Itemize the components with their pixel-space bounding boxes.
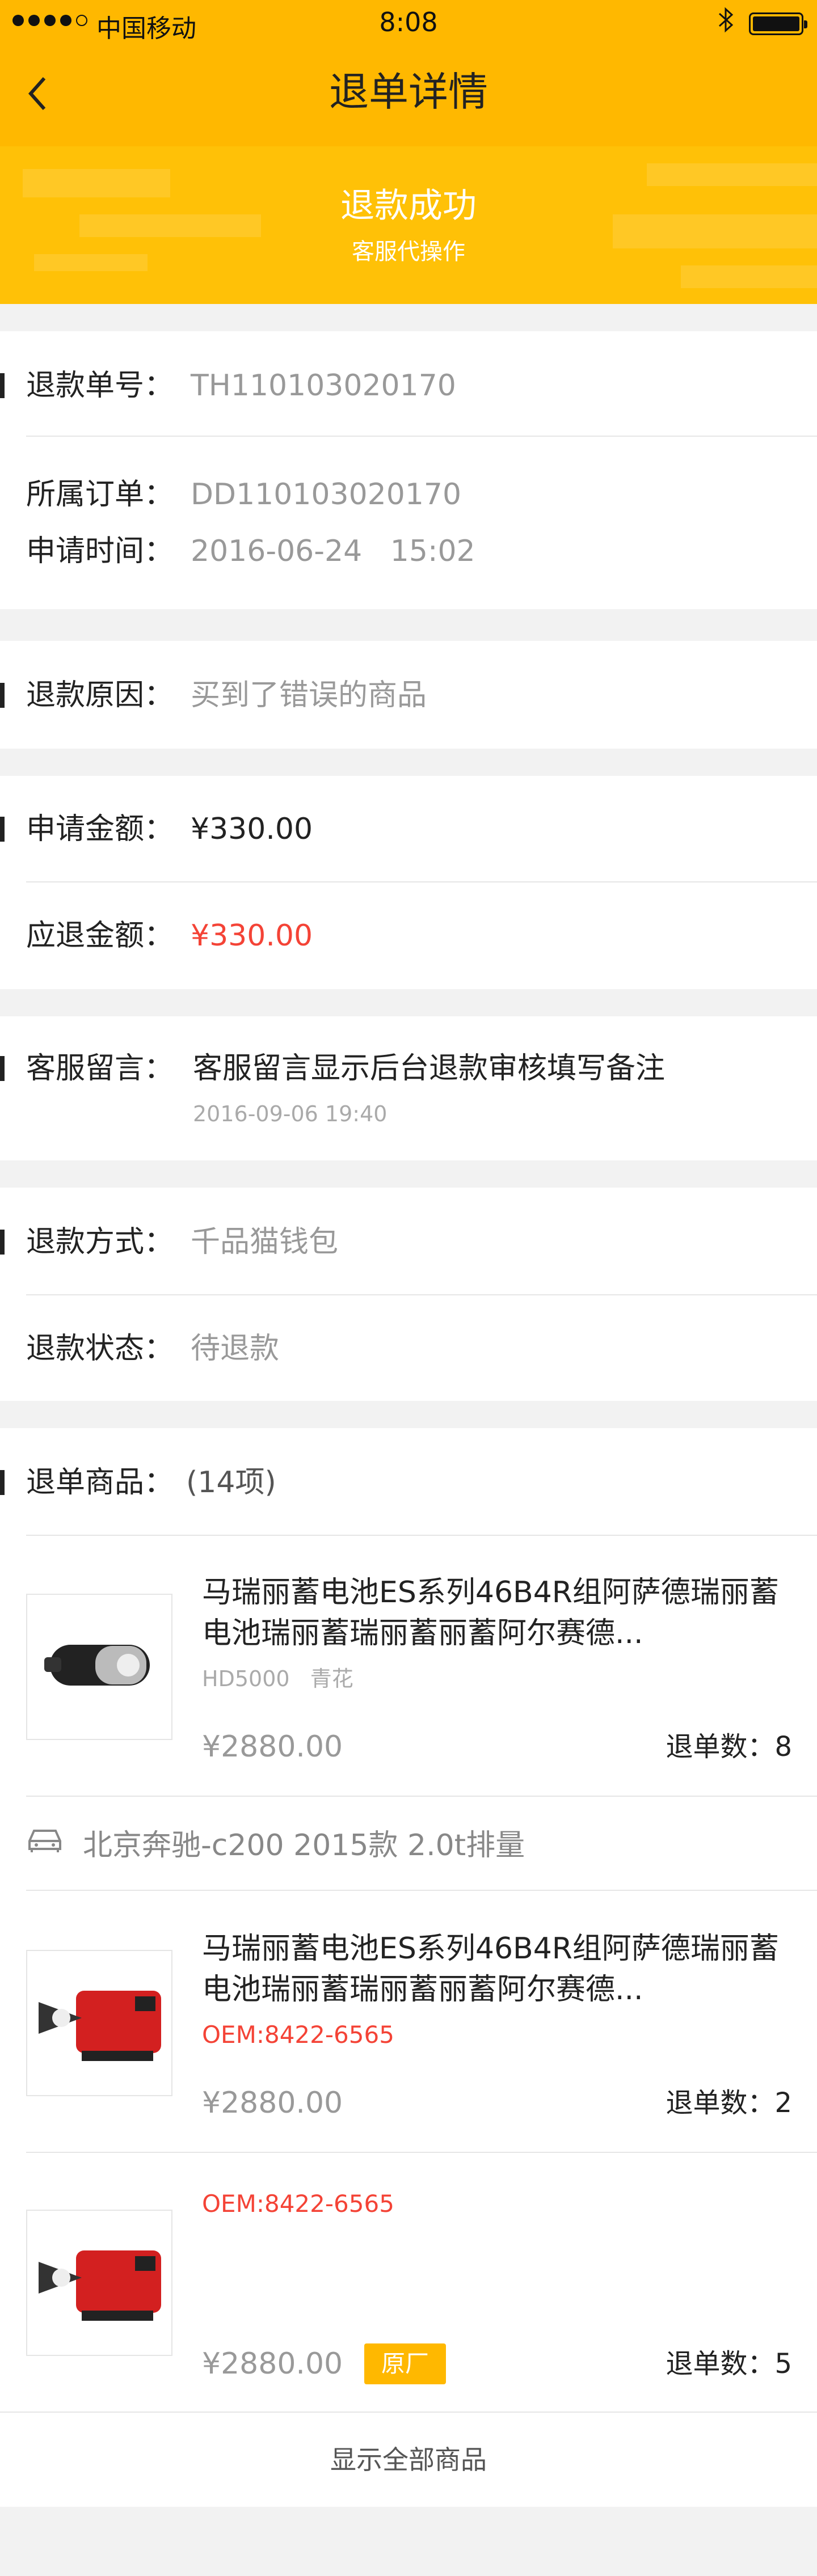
section-marker: [0, 1470, 5, 1495]
section-marker: [0, 373, 5, 398]
message-time: 2016-09-06 19:40: [193, 1101, 388, 1126]
message-value: 客服留言显示后台退款审核填写备注: [193, 1051, 666, 1086]
page-title: 退单详情: [329, 69, 488, 115]
product-spec: HD5000 青花: [202, 1666, 353, 1691]
goods-label: 退单商品：: [26, 1466, 174, 1500]
apply-time-value: 2016-06-24 15:02: [191, 534, 475, 568]
section-marker: [0, 1056, 5, 1081]
order-no-value: DD110103020170: [191, 478, 462, 512]
product-name: 马瑞丽蓄电池ES系列46B4R组阿萨德瑞丽蓄电池瑞丽蓄瑞丽蓄丽蓄阿尔赛德...: [202, 1576, 779, 1650]
divider: [26, 1796, 817, 1797]
product-image: [26, 2210, 172, 2356]
apply-amount-value: ¥330.00: [191, 812, 313, 846]
refund-no-label: 退款单号：: [26, 369, 174, 403]
banner-title: 退款成功: [340, 186, 477, 226]
order-label: 所属订单：: [26, 478, 174, 512]
product-oem: OEM:8422-6565: [202, 2021, 394, 2049]
method-label: 退款方式：: [26, 1225, 174, 1259]
refund-qty: 退单数：5: [666, 2348, 792, 2380]
product-name: 马瑞丽蓄电池ES系列46B4R组阿萨德瑞丽蓄电池瑞丽蓄瑞丽蓄丽蓄阿尔赛德...: [202, 1932, 779, 2007]
vehicle-info: 北京奔驰-c200 2015款 2.0t排量: [83, 1828, 525, 1863]
clock: 8:08: [379, 7, 438, 37]
product-image: [26, 1594, 172, 1740]
due-amount-value: ¥330.00: [191, 919, 313, 953]
show-all-goods-button[interactable]: 显示全部商品: [0, 2413, 817, 2507]
car-icon: [26, 1824, 64, 1857]
divider: [26, 1294, 817, 1295]
reason-label: 退款原因：: [26, 678, 174, 712]
refund-status-value: 待退款: [191, 1332, 280, 1366]
bluetooth-icon: [716, 6, 736, 40]
product-oem: OEM:8422-6565: [202, 2190, 394, 2218]
product-price: ¥2880.00: [202, 2086, 343, 2120]
apply-amount-label: 申请金额：: [26, 812, 174, 846]
product-price: ¥2880.00: [202, 2347, 343, 2381]
method-value: 千品猫钱包: [191, 1225, 339, 1259]
divider: [26, 436, 817, 437]
section-marker: [0, 1230, 5, 1255]
refund-qty: 退单数：2: [666, 2087, 792, 2119]
product-image: [26, 1950, 172, 2096]
due-amount-label: 应退金额：: [26, 919, 174, 953]
oem-badge: 原厂: [364, 2343, 447, 2384]
apply-time-label: 申请时间：: [26, 534, 174, 568]
refund-no-value: TH110103020170: [191, 369, 456, 403]
refund-qty: 退单数：8: [666, 1731, 792, 1763]
reason-value: 买到了错误的商品: [191, 678, 427, 712]
divider: [26, 881, 817, 882]
goods-count: (14项): [186, 1466, 276, 1500]
banner-subtitle: 客服代操作: [352, 239, 465, 265]
section-marker: [0, 817, 5, 842]
refund-status-label: 退款状态：: [26, 1332, 174, 1366]
section-marker: [0, 683, 5, 708]
battery-icon: [749, 12, 807, 35]
product-price: ¥2880.00: [202, 1730, 343, 1764]
message-label: 客服留言：: [26, 1051, 174, 1086]
